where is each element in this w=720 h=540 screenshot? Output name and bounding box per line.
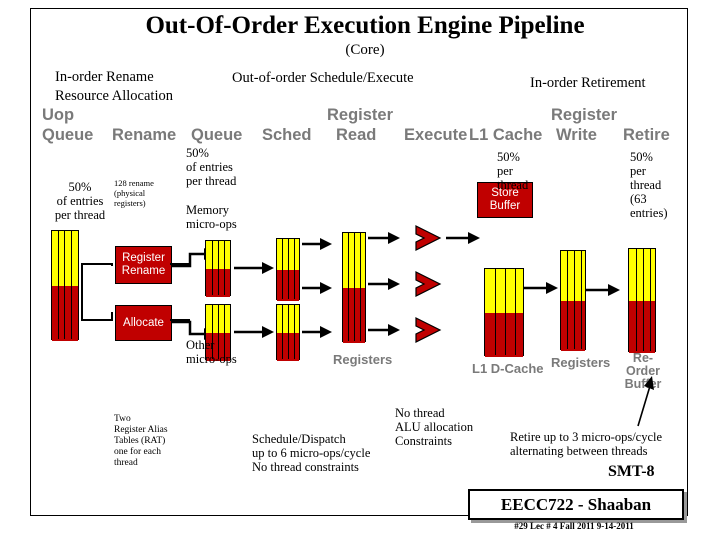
execute-to-cache-arrow (446, 232, 480, 244)
stage-label-register-read-line2: Read (336, 126, 377, 144)
annotation-memory-uops-l2: micro-ops (186, 217, 237, 231)
reorder-buffer-seg-red (629, 301, 655, 353)
annotation-dispatch-l3: No thread constraints (252, 460, 359, 474)
uop-queue-seg-red (52, 286, 78, 341)
retire-rate-pointer-arrow (637, 376, 654, 427)
annotation-other-uops: Other micro-ops (186, 338, 266, 366)
annotation-memory-uops: Memory micro-ops (186, 203, 266, 231)
annotation-dispatch: Schedule/Dispatch up to 6 micro-ops/cycl… (252, 432, 402, 474)
annotation-rat-l5: thread (114, 458, 138, 468)
annotation-rat-l1: Two (114, 414, 131, 424)
l1-dcache-seg-yellow (485, 269, 523, 313)
reorder-buffer-bar (628, 248, 656, 353)
stage-label-l1-cache: L1 Cache (469, 126, 543, 144)
rename-to-queue-connectors (172, 248, 210, 340)
alu-3 (415, 317, 442, 343)
stage-label-sched: Sched (262, 126, 312, 144)
annotation-other-uops-l2: micro-ops (186, 352, 237, 366)
stage-label-register-write-line1: Register (551, 106, 618, 124)
stage-label-uop-queue-line2: Queue (42, 126, 94, 144)
annotation-other-uops-l1: Other (186, 338, 215, 352)
alu-2 (415, 271, 442, 297)
annotation-queue-share-l2: of entries (186, 160, 233, 174)
annotation-uop-queue-share-l3: per thread (54, 208, 106, 222)
annotation-retire-share-l2: per (630, 164, 646, 178)
annotation-alu-l1: No thread (395, 406, 445, 420)
annotation-retire-share-l4: (63 (630, 192, 647, 206)
stage-label-uop-queue-line1: Uop (42, 106, 75, 124)
annotation-retire-share-l1: 50% (630, 150, 653, 164)
annotation-alu-l3: Constraints (395, 434, 452, 448)
annotation-retire-rate-l1: Retire up to 3 micro-ops/cycle (510, 430, 663, 444)
course-banner: EECC722 - Shaaban (468, 489, 684, 520)
stage-label-register-read-line1: Register (327, 106, 394, 124)
regwrite-to-retire-arrow (586, 284, 620, 296)
annotation-retire-rate-l2: alternating between threads (510, 444, 648, 458)
l1-dcache-bar (484, 268, 524, 357)
reorder-buffer-seg-yellow (629, 249, 655, 301)
annotation-cache-share-l1: 50% (497, 150, 520, 164)
stage-label-queue: Queue (191, 126, 243, 144)
sched-to-regread-connectors (302, 238, 332, 338)
page-title: Out-Of-Order Execution Engine Pipeline (145, 12, 585, 39)
header-out-of-order: Out-of-order Schedule/Execute (232, 70, 414, 86)
annotation-rat-l2: Register Alias (114, 425, 168, 435)
stage-label-execute: Execute (404, 126, 468, 144)
stage-label-rename: Rename (112, 126, 177, 144)
annotation-rat-l4: one for each (114, 447, 161, 457)
header-in-order-rename-line1: In-order Rename (55, 69, 154, 85)
annotation-alu-l2: ALU allocation (395, 420, 474, 434)
annotation-rename-registers-l2: (physical (114, 188, 146, 198)
store-buffer-label-line2: Buffer (489, 200, 521, 212)
annotation-queue-share-l1: 50% (186, 146, 209, 160)
header-in-order-rename: In-order Rename Resource Allocation (55, 68, 173, 106)
cache-to-regwrite-arrow (524, 282, 558, 294)
l1-dcache-label: L1 D-Cache (472, 361, 544, 376)
slide-footer: #29 Lec # 4 Fall 2011 9-14-2011 (514, 521, 634, 531)
stage-label-register-write-line2: Write (556, 126, 597, 144)
annotation-dispatch-l2: up to 6 micro-ops/cycle (252, 446, 371, 460)
annotation-cache-share-l2: per (497, 164, 513, 178)
registers-right-label: Registers (551, 355, 611, 370)
annotation-uop-queue-share-l1: 50% (68, 180, 92, 194)
alu-1 (415, 225, 442, 251)
uop-queue-bar (51, 230, 79, 341)
page-subtitle: (Core) (345, 42, 385, 58)
stage-label-retire: Retire (623, 126, 670, 144)
annotation-alu: No thread ALU allocation Constraints (395, 406, 505, 448)
annotation-rat: Two Register Alias Tables (RAT) one for … (114, 414, 184, 469)
annotation-retire-share-l5: entries) (630, 206, 668, 220)
annotation-rename-registers: 128 rename (physical registers) (114, 178, 184, 208)
annotation-retire-share-l3: thread (630, 178, 662, 192)
annotation-retire-rate: Retire up to 3 micro-ops/cycle alternati… (510, 430, 690, 458)
register-write-bar (560, 250, 586, 351)
smt-label: SMT-8 (608, 463, 655, 480)
annotation-memory-uops-l1: Memory (186, 203, 230, 217)
annotation-uop-queue-share-l2: of entries (56, 194, 104, 208)
uop-queue-seg-yellow (52, 231, 78, 286)
annotation-rename-registers-l1: 128 rename (114, 178, 154, 188)
annotation-queue-share-l3: per thread (186, 174, 237, 188)
annotation-uop-queue-share: 50% of entries per thread (40, 180, 120, 222)
course-banner-text: EECC722 - Shaaban (500, 494, 652, 514)
regread-to-execute-connectors (368, 232, 400, 336)
annotation-queue-share: 50% of entries per thread (186, 146, 266, 188)
annotation-cache-share-l3: thread (497, 178, 529, 192)
annotation-rename-registers-l3: registers) (114, 198, 146, 208)
annotation-dispatch-l1: Schedule/Dispatch (252, 432, 346, 446)
annotation-rat-l3: Tables (RAT) (114, 436, 166, 446)
l1-dcache-seg-red (485, 313, 523, 357)
header-in-order-rename-line2: Resource Allocation (55, 88, 173, 104)
header-in-order-retirement: In-order Retirement (530, 75, 646, 91)
annotation-retire-share: 50% per thread (63 entries) (630, 150, 690, 220)
annotation-cache-share: 50% per thread (497, 150, 557, 192)
